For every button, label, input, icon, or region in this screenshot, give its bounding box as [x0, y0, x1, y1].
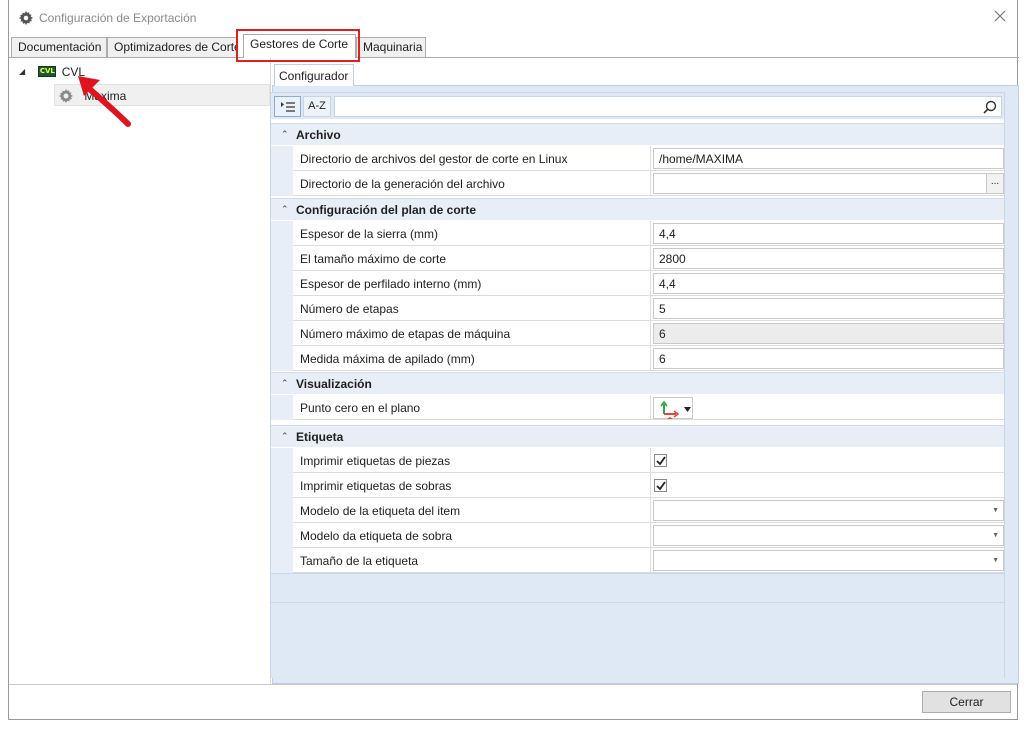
- dropdown-arrow-icon: ▼: [992, 557, 999, 564]
- collapse-caret-icon[interactable]: ⌃: [281, 129, 289, 140]
- tree-node-label: Maxima: [84, 88, 127, 103]
- tree-node-cvl[interactable]: ◢ CVL CVL: [19, 64, 85, 84]
- checkmark-icon: [656, 481, 666, 491]
- cvl-logo-icon: CVL: [38, 66, 57, 78]
- property-row: Medida máxima de apilado (mm) 6: [271, 346, 1004, 371]
- stages-count-field[interactable]: 5: [653, 298, 1004, 319]
- print-piece-labels-checkbox[interactable]: [654, 454, 667, 467]
- description-panel: [271, 573, 1004, 678]
- property-name: Directorio de archivos del gestor de cor…: [293, 146, 651, 171]
- property-row: Directorio de la generación del archivo …: [271, 171, 1004, 196]
- tab-optimizadores-de-corte[interactable]: Optimizadores de Corte: [107, 37, 237, 57]
- property-name: Imprimir etiquetas de piezas: [293, 448, 651, 473]
- property-name: Modelo da etiqueta de sobra: [293, 523, 651, 548]
- close-button[interactable]: Cerrar: [922, 691, 1011, 713]
- tab-bar: Documentación Optimizadores de Corte Ges…: [11, 34, 1016, 58]
- label-size-select[interactable]: ▼: [653, 550, 1004, 571]
- checkmark-icon: [656, 456, 666, 466]
- property-name: Número máximo de etapas de máquina: [293, 321, 651, 346]
- origin-point-dropdown[interactable]: [653, 397, 693, 419]
- collapse-caret-icon[interactable]: ⌃: [281, 204, 289, 215]
- tab-gestores-de-corte[interactable]: Gestores de Corte: [243, 34, 356, 58]
- property-name: Medida máxima de apilado (mm): [293, 346, 651, 371]
- footer-divider: [9, 684, 1017, 685]
- collapse-caret-icon[interactable]: ⌃: [281, 378, 289, 389]
- property-name: Espesor de la sierra (mm): [293, 221, 651, 246]
- alphabetical-view-button[interactable]: A-Z: [303, 96, 331, 117]
- browse-button[interactable]: ...: [986, 174, 1003, 193]
- window-title: Configuración de Exportación: [39, 11, 197, 25]
- tab-configurador[interactable]: Configurador: [274, 64, 354, 86]
- category-visualizacion[interactable]: ⌃ Visualización: [271, 372, 1004, 394]
- property-row: El tamaño máximo de corte 2800: [271, 246, 1004, 271]
- gear-icon: [59, 88, 73, 103]
- close-icon[interactable]: [993, 9, 1007, 23]
- property-name: Directorio de la generación del archivo: [293, 171, 651, 196]
- property-name: Punto cero en el plano: [293, 395, 651, 420]
- categorized-list-icon: [280, 102, 295, 112]
- property-name: Imprimir etiquetas de sobras: [293, 473, 651, 498]
- max-stack-size-field[interactable]: 6: [653, 348, 1004, 369]
- property-grid-toolbar: A-Z: [271, 93, 1004, 119]
- search-input[interactable]: [334, 96, 1002, 117]
- property-row: Modelo da etiqueta de sobra ▼: [271, 523, 1004, 548]
- tree-panel: ◢ CVL CVL Maxima: [9, 58, 271, 684]
- categorized-view-button[interactable]: [274, 96, 301, 117]
- property-name: Modelo de la etiqueta del item: [293, 498, 651, 523]
- max-machine-stages-field: 6: [653, 323, 1004, 344]
- property-row: Imprimir etiquetas de sobras: [271, 473, 1004, 498]
- dropdown-arrow-icon: ▼: [992, 532, 999, 539]
- tree-node-label: CVL: [61, 64, 86, 79]
- print-offcut-labels-checkbox[interactable]: [654, 479, 667, 492]
- property-name: El tamaño máximo de corte: [293, 246, 651, 271]
- item-label-model-select[interactable]: ▼: [653, 500, 1004, 521]
- property-grid: A-Z ⌃ Archivo Directorio de archivos del…: [270, 92, 1005, 678]
- tree-node-maxima[interactable]: Maxima: [54, 84, 270, 106]
- property-name: Tamaño de la etiqueta: [293, 548, 651, 573]
- saw-thickness-field[interactable]: 4,4: [653, 223, 1004, 244]
- internal-profile-thickness-field[interactable]: 4,4: [653, 273, 1004, 294]
- offcut-label-model-select[interactable]: ▼: [653, 525, 1004, 546]
- property-row: Modelo de la etiqueta del item ▼: [271, 498, 1004, 523]
- tab-documentacion[interactable]: Documentación: [11, 37, 107, 57]
- property-row: Punto cero en el plano: [271, 395, 1004, 420]
- property-row: Espesor de perfilado interno (mm) 4,4: [271, 271, 1004, 296]
- property-row: Espesor de la sierra (mm) 4,4: [271, 221, 1004, 246]
- tab-maquinaria[interactable]: Maquinaria: [356, 37, 426, 57]
- dropdown-arrow-icon: ▼: [992, 507, 999, 514]
- gear-icon: [19, 11, 33, 25]
- output-directory-field[interactable]: ...: [653, 173, 1004, 194]
- axis-origin-icon: [660, 400, 691, 419]
- linux-directory-field[interactable]: /home/MAXIMA: [653, 148, 1004, 169]
- collapse-triangle-icon[interactable]: ◢: [19, 67, 27, 76]
- property-row: Número de etapas 5: [271, 296, 1004, 321]
- property-row: Número máximo de etapas de máquina 6: [271, 321, 1004, 346]
- category-etiqueta[interactable]: ⌃ Etiqueta: [271, 425, 1004, 447]
- category-plan-de-corte[interactable]: ⌃ Configuración del plan de corte: [271, 198, 1004, 220]
- category-archivo[interactable]: ⌃ Archivo: [271, 123, 1004, 145]
- property-row: Tamaño de la etiqueta ▼: [271, 548, 1004, 573]
- property-name: Número de etapas: [293, 296, 651, 321]
- search-icon[interactable]: [983, 100, 997, 114]
- collapse-caret-icon[interactable]: ⌃: [281, 431, 289, 442]
- property-row: Directorio de archivos del gestor de cor…: [271, 146, 1004, 171]
- max-cut-size-field[interactable]: 2800: [653, 248, 1004, 269]
- property-name: Espesor de perfilado interno (mm): [293, 271, 651, 296]
- property-row: Imprimir etiquetas de piezas: [271, 448, 1004, 473]
- title-bar: Configuración de Exportación: [9, 0, 1017, 36]
